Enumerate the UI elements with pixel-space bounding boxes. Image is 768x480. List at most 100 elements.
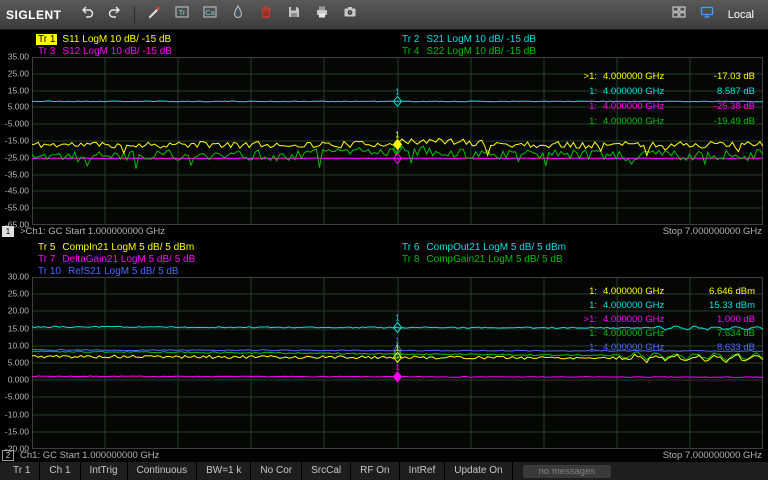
- screenshot-button[interactable]: [337, 3, 363, 27]
- trace-legend-2: Tr 5 CompIn21 LogM 5 dB/ 5 dBm Tr 7 Delt…: [0, 238, 768, 277]
- marker-pen-button[interactable]: [141, 3, 167, 27]
- svg-text:1: 1: [395, 363, 400, 372]
- marker-readout: 1:4.000000 GHz8.633 dB: [579, 341, 755, 355]
- sweep-stop-label: Stop 7.000000000 GHz: [663, 226, 762, 237]
- svg-text:1: 1: [395, 130, 400, 139]
- print-button[interactable]: [309, 3, 335, 27]
- sweep-start-label: >Ch1: GC Start 1.000000000 GHz: [20, 226, 165, 237]
- toolbar-separator: [134, 6, 135, 24]
- message-box: no messages: [523, 465, 612, 478]
- window-1: Tr 1 S11 LogM 10 dB/ -15 dB Tr 3 S12 Log…: [0, 30, 768, 238]
- window-2: Tr 5 CompIn21 LogM 5 dB/ 5 dBm Tr 7 Delt…: [0, 238, 768, 462]
- status-rf-power: RF On: [351, 462, 399, 480]
- trace-legend-item-tr6[interactable]: Tr 6 CompOut21 LogM 5 dB/ 5 dBm: [400, 241, 768, 253]
- plot-area-1[interactable]: 1111 >1:4.000000 GHz-17.03 dB 1:4.000000…: [32, 57, 763, 225]
- display-layout-button[interactable]: [666, 3, 692, 27]
- marker-readout: 1:4.000000 GHz7.634 dB: [579, 327, 755, 341]
- trace-params: CompOut21 LogM 5 dB/ 5 dBm: [426, 242, 566, 253]
- trace-legend-item-tr4[interactable]: Tr 4 S22 LogM 10 dB/ -15 dB: [400, 45, 768, 57]
- svg-text:Ca: Ca: [205, 8, 215, 17]
- marker-readout: >1:4.000000 GHz1.000 dB: [579, 313, 755, 327]
- status-trigger: IntTrig: [81, 462, 128, 480]
- droplet-icon: [230, 4, 246, 25]
- svg-text:1: 1: [395, 87, 400, 96]
- trace-tag: Tr 4: [400, 46, 421, 57]
- status-sweep-mode: Continuous: [128, 462, 198, 480]
- trace-tag: Tr 5: [36, 242, 57, 253]
- status-active-trace: Tr 1: [4, 462, 40, 480]
- network-button[interactable]: [694, 3, 720, 27]
- trash-icon: [258, 4, 274, 25]
- trace-tag: Tr 2: [400, 34, 421, 45]
- trace-legend-item-tr3[interactable]: Tr 3 S12 LogM 10 dB/ -15 dB: [36, 45, 400, 57]
- marker-readout: 1:4.000000 GHz-25.38 dB: [579, 99, 755, 114]
- sweep-stop-label: Stop 7.000000000 GHz: [663, 450, 762, 461]
- plot-area-2[interactable]: 11111 1:4.000000 GHz6.646 dBm 1:4.000000…: [32, 277, 763, 449]
- status-source-cal: SrcCal: [302, 462, 351, 480]
- marker-readouts-2: 1:4.000000 GHz6.646 dBm 1:4.000000 GHz15…: [579, 285, 755, 355]
- status-correction: No Cor: [251, 462, 302, 480]
- cal-button[interactable]: Ca: [197, 3, 223, 27]
- local-button[interactable]: Local: [728, 9, 754, 21]
- undo-button[interactable]: [74, 3, 100, 27]
- redo-icon: [107, 4, 123, 25]
- marker-readout: 1:4.000000 GHz6.646 dBm: [579, 285, 755, 299]
- display-layout-icon: [671, 4, 687, 25]
- trace-legend-item-tr5[interactable]: Tr 5 CompIn21 LogM 5 dB/ 5 dBm: [36, 241, 400, 253]
- window-1-footer: 1 >Ch1: GC Start 1.000000000 GHz Stop 7.…: [0, 225, 768, 238]
- y-axis-labels-2: 30.0025.0020.0015.0010.005.0000.000-5.00…: [0, 277, 32, 449]
- trace-legend-item-tr8[interactable]: Tr 8 CompGain21 LogM 5 dB/ 5 dB: [400, 253, 768, 265]
- status-update: Update On: [445, 462, 512, 480]
- network-icon: [699, 4, 715, 25]
- trace-params: S21 LogM 10 dB/ -15 dB: [426, 34, 536, 45]
- toolbar: SIGLENT Tr Ca: [0, 0, 768, 30]
- svg-text:1: 1: [395, 343, 400, 352]
- trace-legend-1: Tr 1 S11 LogM 10 dB/ -15 dB Tr 3 S12 Log…: [0, 30, 768, 57]
- marker-readout: >1:4.000000 GHz-17.03 dB: [579, 69, 755, 84]
- delete-button[interactable]: [253, 3, 279, 27]
- trace-params: DeltaGain21 LogM 5 dB/ 5 dB: [62, 254, 195, 265]
- marker-readout: 1:4.000000 GHz8.587 dB: [579, 84, 755, 99]
- marker-readouts-1: >1:4.000000 GHz-17.03 dB 1:4.000000 GHz8…: [579, 69, 755, 129]
- status-reference: IntRef: [400, 462, 446, 480]
- trace-params: S12 LogM 10 dB/ -15 dB: [62, 46, 172, 57]
- trace-params: S11 LogM 10 dB/ -15 dB: [62, 34, 171, 45]
- sweep-start-label: Ch1: GC Start 1.000000000 GHz: [20, 450, 159, 461]
- trace-legend-item-tr2[interactable]: Tr 2 S21 LogM 10 dB/ -15 dB: [400, 33, 768, 45]
- camera-icon: [342, 4, 358, 25]
- marker-readout: 1:4.000000 GHz15.33 dBm: [579, 299, 755, 313]
- add-trace-button[interactable]: Tr: [169, 3, 195, 27]
- y-axis-labels-1: 35.0025.0015.005.000-5.000-15.00-25.00-3…: [0, 57, 32, 225]
- trace-params: CompGain21 LogM 5 dB/ 5 dB: [426, 254, 562, 265]
- siglent-logo: SIGLENT: [6, 8, 62, 22]
- droplet-button[interactable]: [225, 3, 251, 27]
- trace-params: S22 LogM 10 dB/ -15 dB: [426, 46, 536, 57]
- trace-legend-item-tr10[interactable]: Tr 10 RefS21 LogM 5 dB/ 5 dB: [36, 265, 400, 277]
- trace-tag: Tr 7: [36, 254, 57, 265]
- marker-readout: 1:4.000000 GHz-19.49 dB: [579, 114, 755, 129]
- trace-params: CompIn21 LogM 5 dB/ 5 dBm: [62, 242, 194, 253]
- svg-text:1: 1: [395, 313, 400, 322]
- trace-tag: Tr 6: [400, 242, 421, 253]
- save-button[interactable]: [281, 3, 307, 27]
- cal-icon: Ca: [202, 4, 218, 25]
- redo-button[interactable]: [102, 3, 128, 27]
- trace-params: RefS21 LogM 5 dB/ 5 dB: [68, 266, 179, 277]
- printer-icon: [314, 4, 330, 25]
- trace-tag: Tr 1: [36, 34, 57, 45]
- trace-tag: Tr 3: [36, 46, 57, 57]
- marker-pen-icon: [146, 4, 162, 25]
- status-active-channel: Ch 1: [40, 462, 80, 480]
- floppy-icon: [286, 4, 302, 25]
- trace-tag: Tr 8: [400, 254, 421, 265]
- window-2-footer: 2 Ch1: GC Start 1.000000000 GHz Stop 7.0…: [0, 449, 768, 462]
- status-if-bandwidth: BW=1 k: [197, 462, 251, 480]
- svg-text:Tr: Tr: [178, 8, 185, 17]
- trace-legend-item-tr7[interactable]: Tr 7 DeltaGain21 LogM 5 dB/ 5 dB: [36, 253, 400, 265]
- vna-app: SIGLENT Tr Ca: [0, 0, 768, 480]
- status-bar: Tr 1 Ch 1 IntTrig Continuous BW=1 k No C…: [0, 462, 768, 480]
- undo-icon: [79, 4, 95, 25]
- trace-legend-item-tr1[interactable]: Tr 1 S11 LogM 10 dB/ -15 dB: [36, 33, 400, 45]
- add-trace-icon: Tr: [174, 4, 190, 25]
- trace-tag: Tr 10: [36, 266, 63, 277]
